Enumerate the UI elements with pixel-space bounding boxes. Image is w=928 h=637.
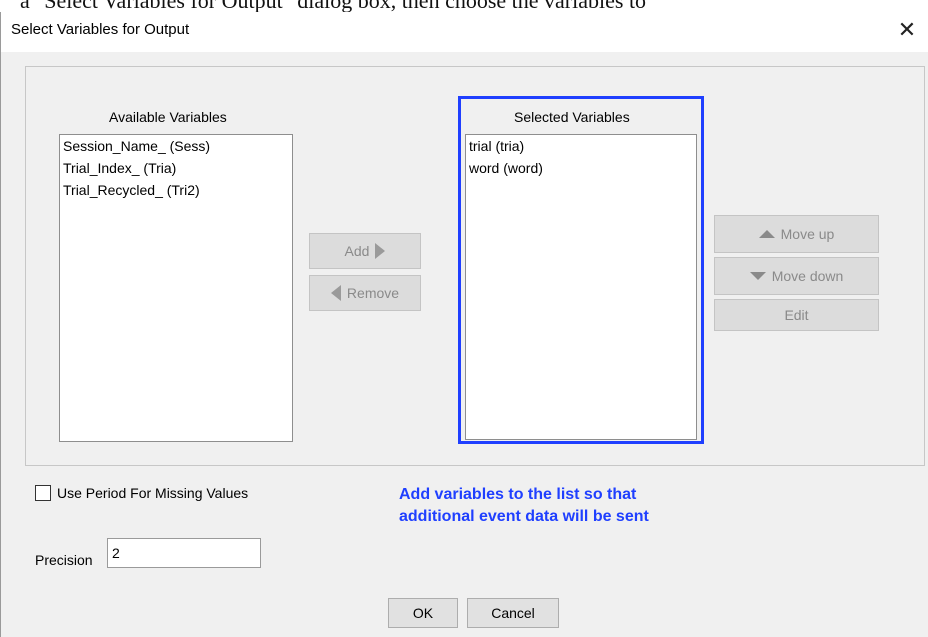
annotation-line-1: Add variables to the list so that (399, 486, 637, 503)
title-bar: Select Variables for Output ✕ (1, 12, 928, 52)
add-button[interactable]: Add (309, 233, 421, 269)
arrow-down-icon (749, 272, 766, 280)
precision-input[interactable] (107, 538, 261, 568)
move-down-button[interactable]: Move down (714, 257, 879, 295)
close-icon[interactable]: ✕ (896, 17, 918, 43)
add-button-label: Add (344, 243, 370, 259)
selected-variables-list[interactable]: trial (tria) word (word) (465, 134, 697, 440)
available-variables-caption: Available Variables (109, 109, 227, 125)
move-down-label: Move down (771, 268, 844, 284)
arrow-left-icon (330, 285, 341, 301)
variables-panel: Available Variables Session_Name_ (Sess)… (25, 66, 925, 466)
list-item[interactable]: Trial_Index_ (Tria) (60, 157, 292, 179)
edit-label: Edit (784, 307, 809, 323)
move-up-button[interactable]: Move up (714, 215, 879, 253)
remove-button[interactable]: Remove (309, 275, 421, 311)
available-variables-list[interactable]: Session_Name_ (Sess) Trial_Index_ (Tria)… (59, 134, 293, 442)
annotation-line-2: additional event data will be sent (399, 508, 649, 525)
use-period-checkbox[interactable] (35, 485, 51, 501)
remove-button-label: Remove (346, 285, 400, 301)
arrow-up-icon (758, 230, 775, 238)
list-item[interactable]: trial (tria) (466, 135, 696, 157)
use-period-label: Use Period For Missing Values (57, 485, 249, 501)
precision-label: Precision (35, 552, 93, 568)
annotation-note: Add variables to the list so that additi… (399, 484, 779, 528)
ok-label: OK (412, 605, 434, 621)
move-up-label: Move up (780, 226, 835, 242)
cancel-button[interactable]: Cancel (467, 598, 559, 628)
list-item[interactable]: Trial_Recycled_ (Tri2) (60, 179, 292, 201)
dialog-title: Select Variables for Output (11, 21, 190, 38)
ok-button[interactable]: OK (388, 598, 458, 628)
list-item[interactable]: word (word) (466, 157, 696, 179)
arrow-right-icon (375, 243, 386, 259)
list-item[interactable]: Session_Name_ (Sess) (60, 135, 292, 157)
cancel-label: Cancel (491, 605, 535, 621)
select-variables-dialog: Select Variables for Output ✕ Available … (0, 12, 928, 637)
use-period-option[interactable]: Use Period For Missing Values (35, 485, 248, 501)
edit-button[interactable]: Edit (714, 299, 879, 331)
